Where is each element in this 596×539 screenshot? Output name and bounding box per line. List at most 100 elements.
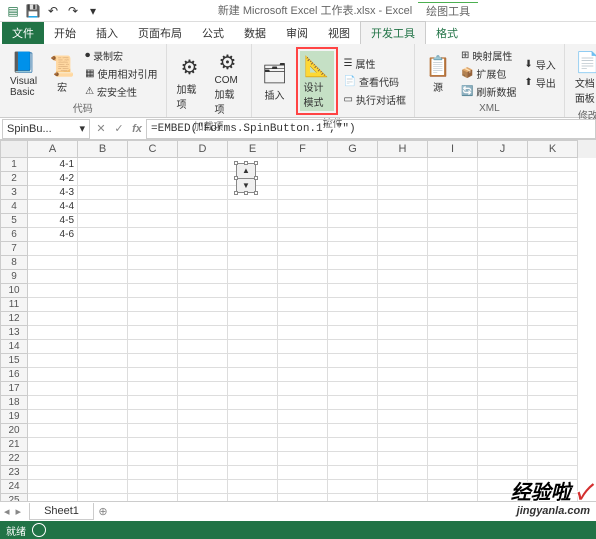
- cell[interactable]: [378, 466, 428, 480]
- run-dialog-button[interactable]: ▭执行对话框: [342, 91, 408, 108]
- tab-pagelayout[interactable]: 页面布局: [128, 22, 192, 44]
- cell[interactable]: [228, 452, 278, 466]
- cell[interactable]: [428, 228, 478, 242]
- cell[interactable]: [478, 410, 528, 424]
- cell[interactable]: [528, 172, 578, 186]
- cell[interactable]: [28, 256, 78, 270]
- row-header[interactable]: 19: [0, 410, 28, 424]
- cell[interactable]: [178, 424, 228, 438]
- tab-data[interactable]: 数据: [234, 22, 276, 44]
- cell[interactable]: 4-4: [28, 200, 78, 214]
- cell[interactable]: [478, 200, 528, 214]
- cell[interactable]: [278, 480, 328, 494]
- cell[interactable]: [178, 298, 228, 312]
- cell[interactable]: [328, 172, 378, 186]
- cell[interactable]: [128, 256, 178, 270]
- cell[interactable]: [428, 382, 478, 396]
- cell[interactable]: [228, 340, 278, 354]
- cell[interactable]: [128, 480, 178, 494]
- insert-control-button[interactable]: 🗂 插入: [258, 59, 292, 104]
- cell[interactable]: [378, 298, 428, 312]
- row-header[interactable]: 4: [0, 200, 28, 214]
- cell[interactable]: [178, 410, 228, 424]
- cell[interactable]: [528, 452, 578, 466]
- row-header[interactable]: 17: [0, 382, 28, 396]
- cell[interactable]: [78, 326, 128, 340]
- cell[interactable]: [278, 452, 328, 466]
- cell[interactable]: [128, 382, 178, 396]
- cell[interactable]: [528, 424, 578, 438]
- cell[interactable]: [178, 466, 228, 480]
- cell[interactable]: [178, 312, 228, 326]
- cell[interactable]: [278, 312, 328, 326]
- cell[interactable]: [378, 256, 428, 270]
- cell[interactable]: [28, 242, 78, 256]
- macros-button[interactable]: 📜 宏: [45, 51, 79, 96]
- cell[interactable]: [78, 270, 128, 284]
- cell[interactable]: [428, 256, 478, 270]
- cell[interactable]: [528, 396, 578, 410]
- cell[interactable]: [378, 326, 428, 340]
- cell[interactable]: [178, 382, 228, 396]
- cell[interactable]: [128, 424, 178, 438]
- enter-button[interactable]: ✓: [110, 122, 128, 135]
- tab-review[interactable]: 审阅: [276, 22, 318, 44]
- cell[interactable]: [28, 466, 78, 480]
- cell[interactable]: [378, 396, 428, 410]
- cell[interactable]: [278, 228, 328, 242]
- col-header[interactable]: H: [378, 140, 428, 158]
- cell[interactable]: [428, 466, 478, 480]
- cell[interactable]: [128, 284, 178, 298]
- tab-view[interactable]: 视图: [318, 22, 360, 44]
- cell[interactable]: [278, 424, 328, 438]
- cell[interactable]: [428, 326, 478, 340]
- cell[interactable]: [328, 158, 378, 172]
- cell[interactable]: [78, 256, 128, 270]
- row-header[interactable]: 22: [0, 452, 28, 466]
- row-header[interactable]: 21: [0, 438, 28, 452]
- col-header[interactable]: E: [228, 140, 278, 158]
- row-header[interactable]: 15: [0, 354, 28, 368]
- cell[interactable]: [78, 312, 128, 326]
- col-header[interactable]: B: [78, 140, 128, 158]
- refresh-data-button[interactable]: 🔄刷新数据: [459, 83, 518, 100]
- cell[interactable]: 4-6: [28, 228, 78, 242]
- import-button[interactable]: ⬇导入: [522, 56, 557, 73]
- cell[interactable]: [28, 368, 78, 382]
- properties-button[interactable]: ☰属性: [342, 55, 408, 72]
- cell[interactable]: [278, 354, 328, 368]
- tab-file[interactable]: 文件: [2, 22, 44, 44]
- cell[interactable]: [478, 312, 528, 326]
- row-header[interactable]: 11: [0, 298, 28, 312]
- cell[interactable]: [178, 354, 228, 368]
- sheet-tab[interactable]: Sheet1: [29, 503, 94, 520]
- cell[interactable]: [378, 382, 428, 396]
- cell[interactable]: [478, 368, 528, 382]
- cell[interactable]: [328, 312, 378, 326]
- cell[interactable]: [528, 228, 578, 242]
- cell[interactable]: [478, 186, 528, 200]
- cell[interactable]: [328, 340, 378, 354]
- cell[interactable]: [128, 200, 178, 214]
- cell[interactable]: 4-3: [28, 186, 78, 200]
- cell[interactable]: [378, 270, 428, 284]
- cell[interactable]: [328, 396, 378, 410]
- cell[interactable]: [128, 214, 178, 228]
- cell[interactable]: [78, 480, 128, 494]
- cell[interactable]: [478, 424, 528, 438]
- cell[interactable]: [128, 438, 178, 452]
- cell[interactable]: [128, 466, 178, 480]
- cell[interactable]: [478, 284, 528, 298]
- cell[interactable]: [428, 410, 478, 424]
- cell[interactable]: [328, 368, 378, 382]
- sheet-nav-next-icon[interactable]: ▸: [16, 505, 22, 518]
- cell[interactable]: [78, 298, 128, 312]
- cell[interactable]: [478, 340, 528, 354]
- cell[interactable]: [178, 326, 228, 340]
- addins-button[interactable]: ⚙ 加载项: [173, 53, 207, 113]
- export-button[interactable]: ⬆导出: [522, 74, 557, 91]
- cell[interactable]: [328, 466, 378, 480]
- cell[interactable]: [328, 284, 378, 298]
- cell[interactable]: [78, 284, 128, 298]
- cell[interactable]: [178, 270, 228, 284]
